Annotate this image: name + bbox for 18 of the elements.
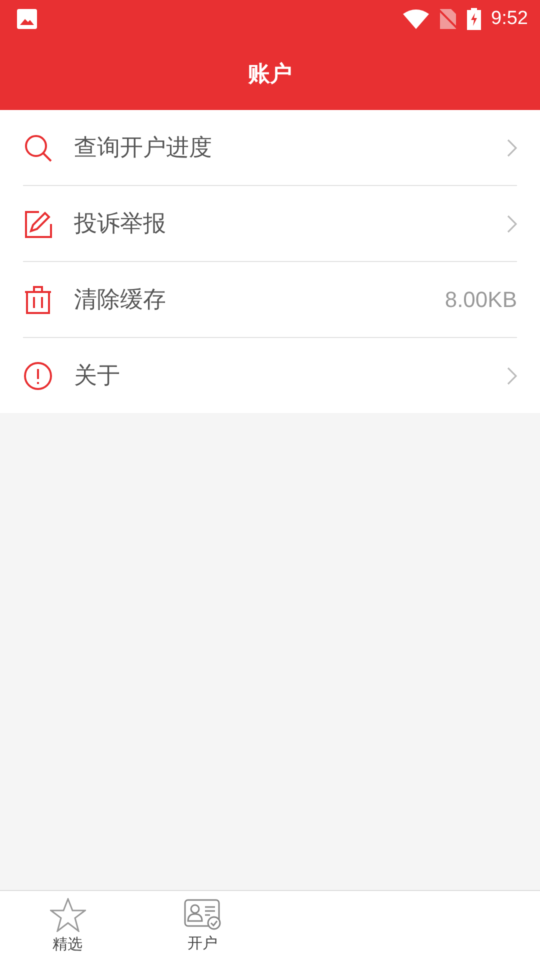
id-card-icon — [184, 898, 222, 930]
chevron-right-icon — [507, 214, 517, 232]
trash-icon — [24, 286, 52, 314]
battery-charging-icon — [467, 8, 482, 30]
status-time: 9:52 — [491, 8, 528, 30]
chevron-right-icon — [507, 138, 517, 156]
image-icon — [17, 8, 37, 28]
nav-tab[interactable]: 开户 — [135, 891, 270, 960]
info-icon — [24, 362, 52, 390]
star-icon — [50, 898, 86, 932]
search-icon — [24, 134, 52, 162]
nav-tab[interactable]: 精选 — [0, 891, 135, 960]
no-sim-icon — [439, 8, 458, 28]
wifi-icon — [403, 8, 430, 28]
cache-size: 8.00KB — [444, 286, 517, 312]
page-title: 账户 — [248, 60, 292, 88]
edit-icon — [24, 210, 52, 238]
chevron-right-icon — [507, 366, 517, 384]
